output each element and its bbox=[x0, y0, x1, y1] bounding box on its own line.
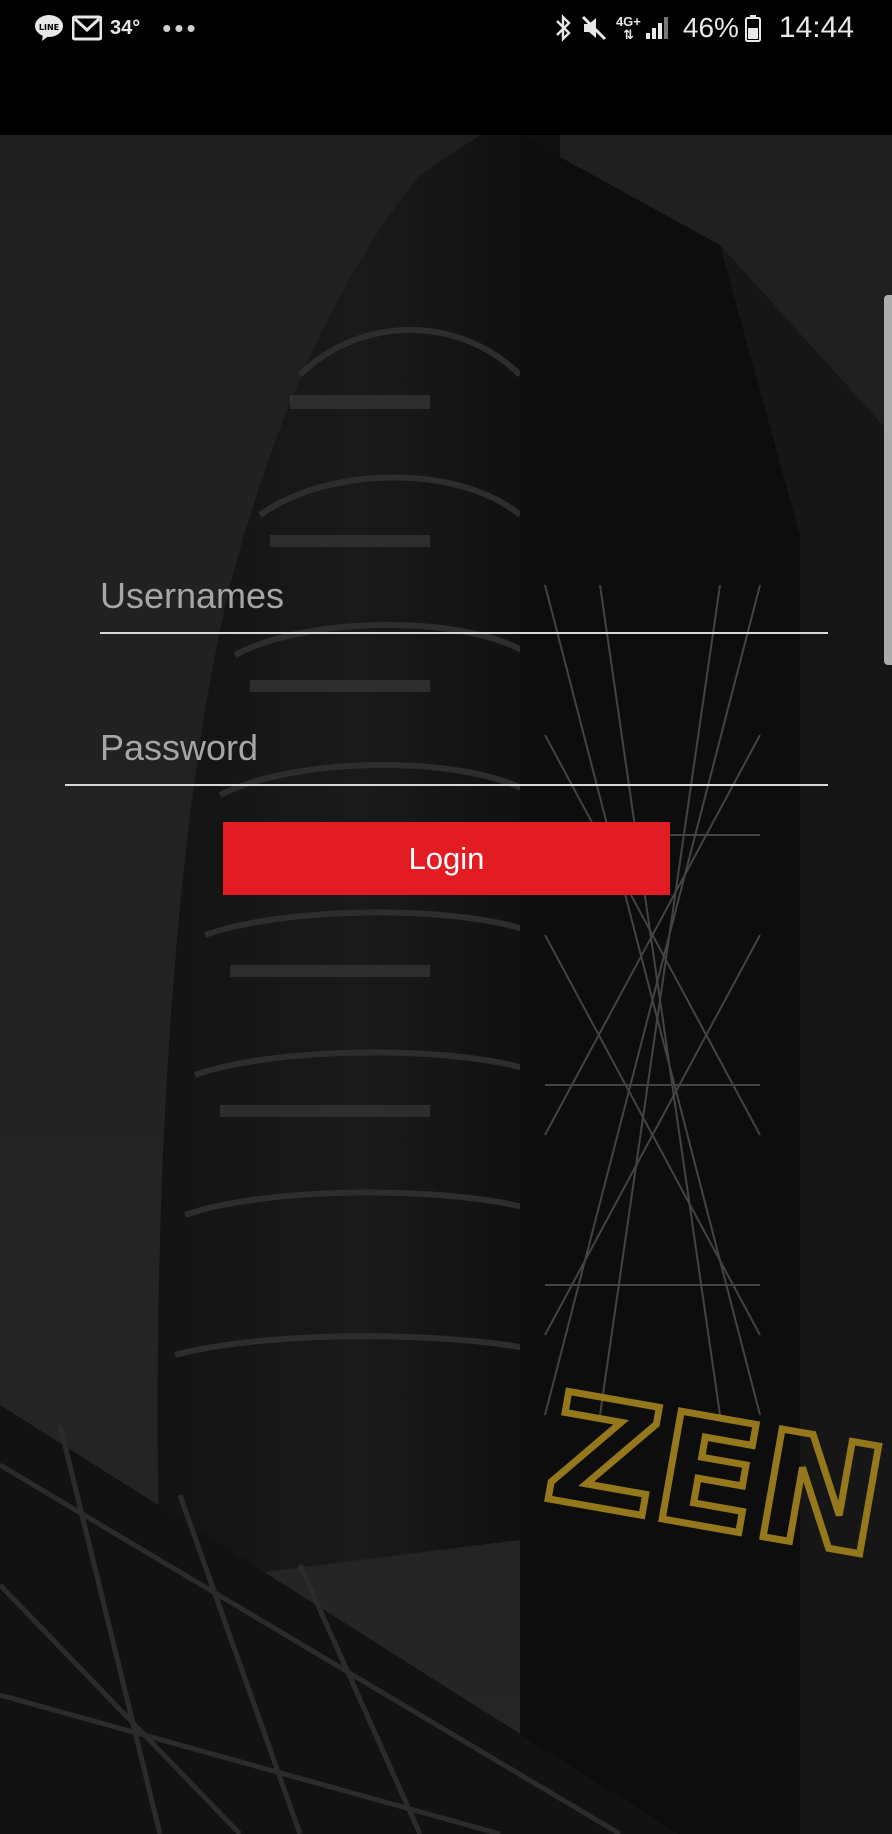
temperature-text: 34° bbox=[110, 16, 141, 39]
login-button[interactable]: Login bbox=[223, 822, 670, 895]
password-field bbox=[65, 712, 828, 786]
status-bar-right: 4G+ ⇅ 46% 14:44 bbox=[554, 6, 854, 50]
username-field bbox=[100, 560, 828, 634]
battery-percent-text: 46% bbox=[682, 12, 739, 43]
password-input[interactable] bbox=[100, 722, 828, 774]
username-input[interactable] bbox=[100, 570, 828, 622]
bluetooth-icon bbox=[554, 14, 572, 42]
more-notifications-icon: ••• bbox=[162, 12, 199, 43]
line-icon: LINE bbox=[34, 14, 64, 42]
svg-text:LINE: LINE bbox=[39, 23, 59, 32]
signal-icon bbox=[645, 15, 671, 41]
mute-icon bbox=[580, 14, 608, 42]
scroll-indicator[interactable] bbox=[884, 295, 892, 665]
battery-icon bbox=[744, 14, 761, 42]
network-type-text: 4G+ ⇅ bbox=[616, 15, 641, 41]
background-image: ZEN bbox=[0, 135, 892, 1834]
status-bar: LINE 34° ••• 4G+ ⇅ 46% 14:44 bbox=[0, 0, 892, 135]
status-bar-left: LINE 34° ••• bbox=[34, 6, 199, 50]
clock-text: 14:44 bbox=[778, 11, 854, 44]
login-screen: LINE 34° ••• 4G+ ⇅ 46% 14:44 ZEN Usernam… bbox=[0, 0, 892, 1834]
building-illustration: ZEN bbox=[0, 135, 892, 1834]
gmail-icon bbox=[72, 15, 102, 41]
data-arrows-icon: ⇅ bbox=[622, 27, 634, 42]
